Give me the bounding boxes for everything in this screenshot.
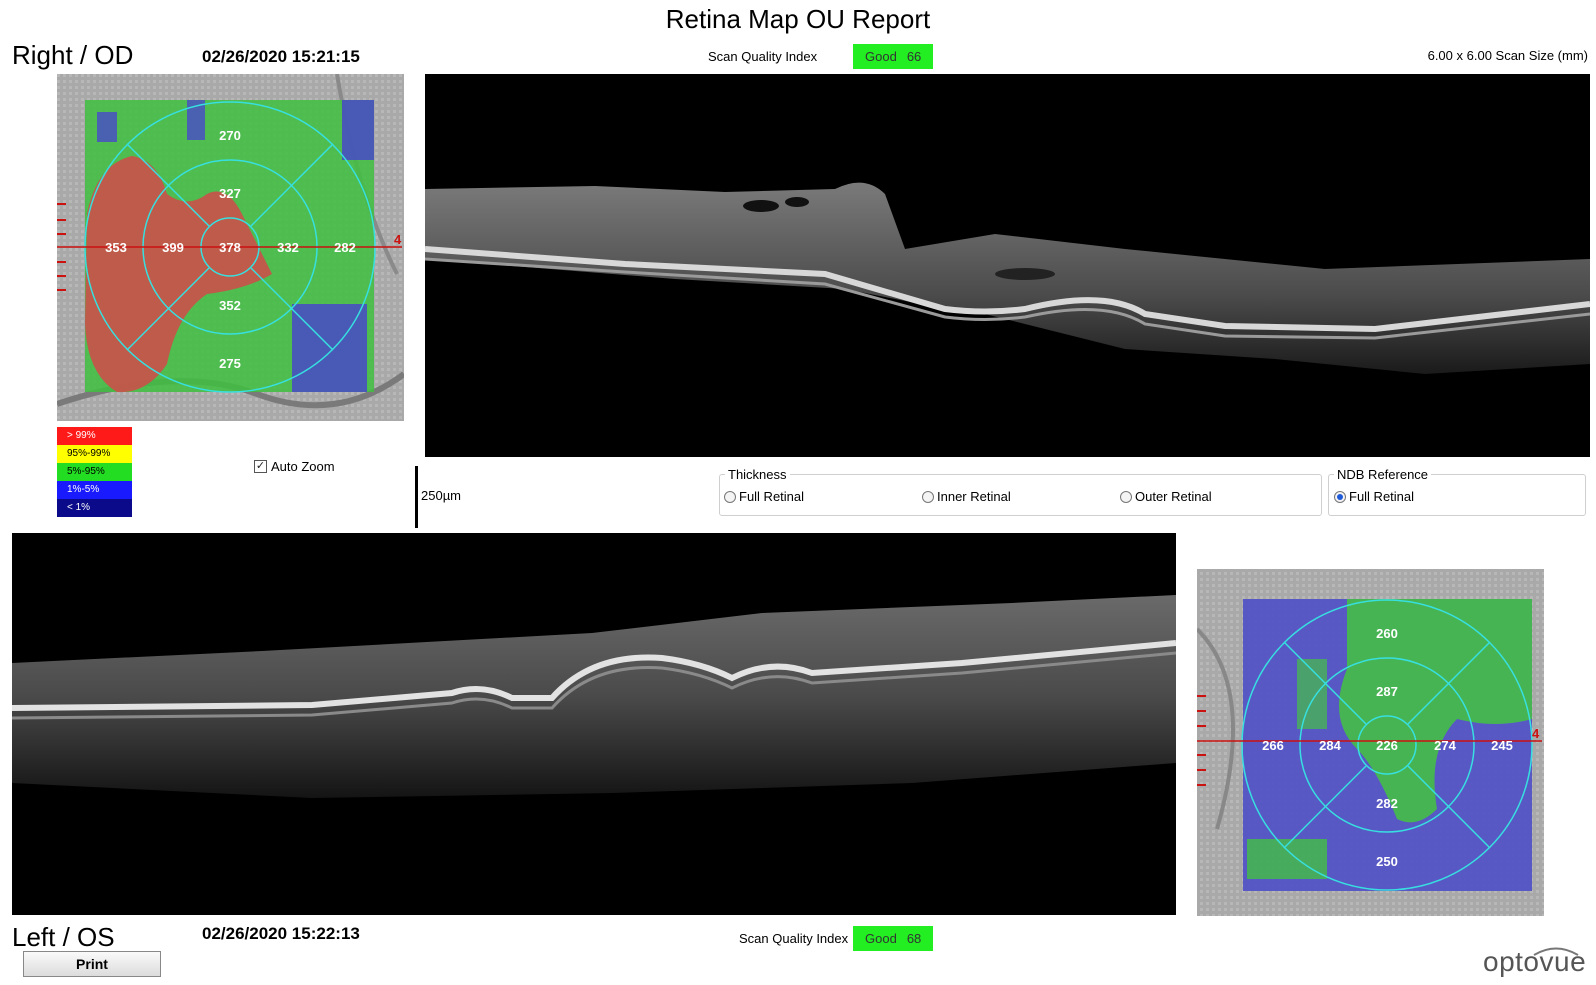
left-bscan-image[interactable] xyxy=(12,533,1176,915)
ndb-reference-group-title: NDB Reference xyxy=(1334,467,1432,482)
thickness-full-retinal-radio[interactable] xyxy=(724,491,736,503)
left-scan-quality-value: 68 xyxy=(906,931,922,946)
left-sector-inferior-inner: 282 xyxy=(1376,796,1398,811)
right-sector-center: 378 xyxy=(219,240,241,255)
left-scan-quality-badge: Good 68 xyxy=(853,926,933,951)
left-sector-superior-inner: 287 xyxy=(1376,684,1398,699)
left-thickness-map[interactable]: 4 260 287 266 284 226 274 245 282 250 xyxy=(1197,569,1544,916)
thickness-inner-retinal-radio[interactable] xyxy=(922,491,934,503)
left-eye-datetime: 02/26/2020 15:22:13 xyxy=(202,924,360,943)
left-scan-quality-rating: Good xyxy=(865,931,897,946)
right-sector-inferior-outer: 275 xyxy=(219,356,241,371)
right-bscan-image[interactable] xyxy=(425,74,1590,457)
right-sector-superior-outer: 270 xyxy=(219,128,241,143)
left-sector-superior-outer: 260 xyxy=(1376,626,1398,641)
report-title: Retina Map OU Report xyxy=(665,4,931,34)
left-scan-quality-label: Scan Quality Index xyxy=(739,931,849,946)
legend-row-5-95: 5%-95% xyxy=(57,463,132,481)
right-sector-nasal-outer: 353 xyxy=(105,240,127,255)
right-scan-marker: 4 xyxy=(394,232,402,247)
thickness-group xyxy=(719,474,1322,516)
auto-zoom-label: Auto Zoom xyxy=(271,459,335,474)
legend-row-above-99: > 99% xyxy=(57,427,132,445)
left-sector-temporal-outer: 245 xyxy=(1491,738,1513,753)
right-eye-label: Right / OD xyxy=(12,40,134,70)
right-eye-datetime: 02/26/2020 15:21:15 xyxy=(202,47,360,66)
scan-size-label: 6.00 x 6.00 Scan Size (mm) xyxy=(1427,48,1588,63)
thickness-outer-retinal-label[interactable]: Outer Retinal xyxy=(1135,489,1212,504)
thickness-group-title: Thickness xyxy=(725,467,790,482)
ndb-full-retinal-radio[interactable] xyxy=(1334,491,1346,503)
left-sector-inferior-outer: 250 xyxy=(1376,854,1398,869)
right-thickness-map[interactable]: 4 270 327 353 399 378 332 282 352 275 xyxy=(57,74,404,421)
left-sector-temporal-inner: 274 xyxy=(1434,738,1456,753)
right-sector-nasal-inner: 399 xyxy=(162,240,184,255)
auto-zoom-checkbox[interactable]: ✓ xyxy=(254,460,267,473)
legend-row-95-99: 95%-99% xyxy=(57,445,132,463)
right-sector-inferior-inner: 352 xyxy=(219,298,241,313)
thickness-inner-retinal-label[interactable]: Inner Retinal xyxy=(937,489,1011,504)
thickness-full-retinal-label[interactable]: Full Retinal xyxy=(739,489,804,504)
ndb-full-retinal-label[interactable]: Full Retinal xyxy=(1349,489,1414,504)
left-eye-label: Left / OS xyxy=(12,922,115,952)
legend-row-1-5: 1%-5% xyxy=(57,481,132,499)
scale-bar xyxy=(415,466,418,528)
right-scan-quality-badge: Good 66 xyxy=(853,44,933,69)
right-sector-superior-inner: 327 xyxy=(219,186,241,201)
optovue-logo-arc xyxy=(1533,947,1579,956)
thickness-outer-retinal-radio[interactable] xyxy=(1120,491,1132,503)
legend-row-below-1: < 1% xyxy=(57,499,132,517)
right-scan-quality-rating: Good xyxy=(865,49,897,64)
print-button[interactable]: Print xyxy=(23,951,161,977)
left-scan-marker: 4 xyxy=(1532,726,1540,741)
right-sector-temporal-inner: 332 xyxy=(277,240,299,255)
scale-bar-label: 250µm xyxy=(421,488,462,503)
left-sector-nasal-outer: 266 xyxy=(1262,738,1284,753)
left-sector-center: 226 xyxy=(1376,738,1398,753)
right-sector-temporal-outer: 282 xyxy=(334,240,356,255)
right-scan-quality-value: 66 xyxy=(906,49,922,64)
left-sector-nasal-inner: 284 xyxy=(1319,738,1341,753)
right-scan-quality-label: Scan Quality Index xyxy=(708,49,818,64)
